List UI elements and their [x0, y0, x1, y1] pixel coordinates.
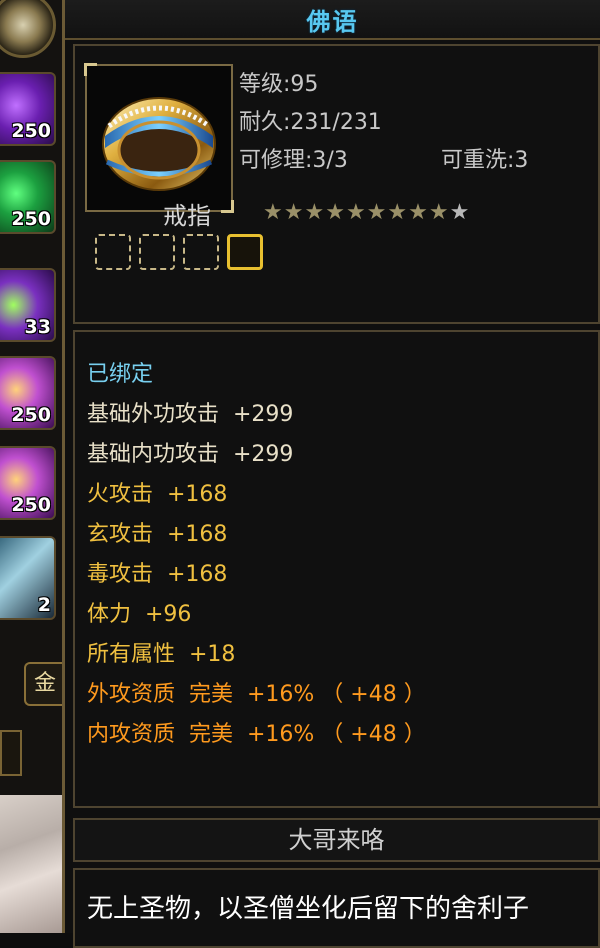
scroll-handle[interactable] [0, 730, 22, 776]
gem-socket-empty[interactable] [183, 234, 219, 270]
inventory-slot[interactable]: 250 [0, 446, 56, 520]
attributes-box: 已绑定 基础外功攻击 +299 基础内功攻击 +299 火攻击 +168 玄攻击… [73, 330, 600, 808]
star-filled-icon: ★ [325, 200, 346, 225]
stack-count: 250 [11, 208, 51, 230]
star-filled-icon: ★ [263, 200, 284, 225]
star-filled-icon: ★ [283, 200, 305, 225]
gem-socket-empty[interactable] [139, 234, 175, 270]
gem-socket-active[interactable] [227, 234, 263, 270]
durability-text: 耐久:231/231 [239, 110, 382, 135]
marble-background [0, 795, 62, 933]
inventory-slot[interactable]: 250 [0, 356, 56, 430]
item-tooltip: 佛语 等级:95 耐久:231/231 可修理:3/3 可重洗:3 戒指 ★★★… [62, 0, 600, 948]
quality-line: 内攻资质 完美 +16% （ +48 ） [87, 722, 426, 747]
stack-count: 2 [37, 594, 51, 616]
gold-button[interactable]: 金 [24, 662, 62, 706]
inventory-slot[interactable]: 250 [0, 72, 56, 146]
bound-status: 已绑定 [87, 362, 154, 387]
star-filled-icon: ★ [428, 200, 450, 225]
stack-count: 250 [11, 120, 51, 142]
star-filled-icon: ★ [408, 200, 429, 225]
stack-count: 33 [24, 316, 51, 338]
item-name: 佛语 [306, 8, 359, 36]
item-icon-frame [84, 63, 234, 213]
inventory-slot[interactable]: 2 [0, 536, 56, 620]
rewash-count-text: 可重洗:3 [441, 148, 529, 173]
star-filled-icon: ★ [387, 200, 409, 225]
attribute-line: 玄攻击 +168 [87, 522, 228, 547]
star-filled-icon: ★ [304, 200, 326, 225]
attribute-line: 基础内功攻击 +299 [87, 442, 294, 467]
inventory-strip: 250 250 33 250 250 2 金 [0, 0, 62, 933]
description-box: 无上圣物，以圣僧坐化后留下的舍利子 [73, 868, 600, 948]
attribute-line: 毒攻击 +168 [87, 562, 228, 587]
attribute-line: 火攻击 +168 [87, 482, 228, 507]
repair-count-text: 可修理:3/3 [239, 148, 348, 173]
star-filled-icon: ★ [366, 200, 388, 225]
inventory-slot[interactable]: 33 [0, 268, 56, 342]
quality-line: 外攻资质 完美 +16% （ +48 ） [87, 682, 426, 707]
item-info-box: 等级:95 耐久:231/231 可修理:3/3 可重洗:3 戒指 ★★★★★★… [73, 44, 600, 324]
source-label: 大哥来咯 [73, 818, 600, 862]
enhance-stars: ★★★★★★★★★★ [263, 200, 470, 225]
gem-socket-empty[interactable] [95, 234, 131, 270]
description-text: 无上圣物，以圣僧坐化后留下的舍利子 [87, 894, 530, 924]
star-empty-icon: ★ [449, 200, 471, 225]
item-type: 戒指 [163, 202, 211, 230]
attribute-line: 体力 +96 [87, 602, 192, 627]
attribute-line: 基础外功攻击 +299 [87, 402, 294, 427]
level-text: 等级:95 [239, 72, 319, 97]
attribute-line: 所有属性 +18 [87, 642, 236, 667]
compass-icon[interactable] [0, 0, 56, 58]
star-filled-icon: ★ [345, 200, 367, 225]
ring-icon [102, 97, 216, 191]
inventory-slot[interactable]: 250 [0, 160, 56, 234]
stack-count: 250 [11, 404, 51, 426]
stack-count: 250 [11, 494, 51, 516]
tooltip-title-bar: 佛语 [65, 0, 600, 40]
